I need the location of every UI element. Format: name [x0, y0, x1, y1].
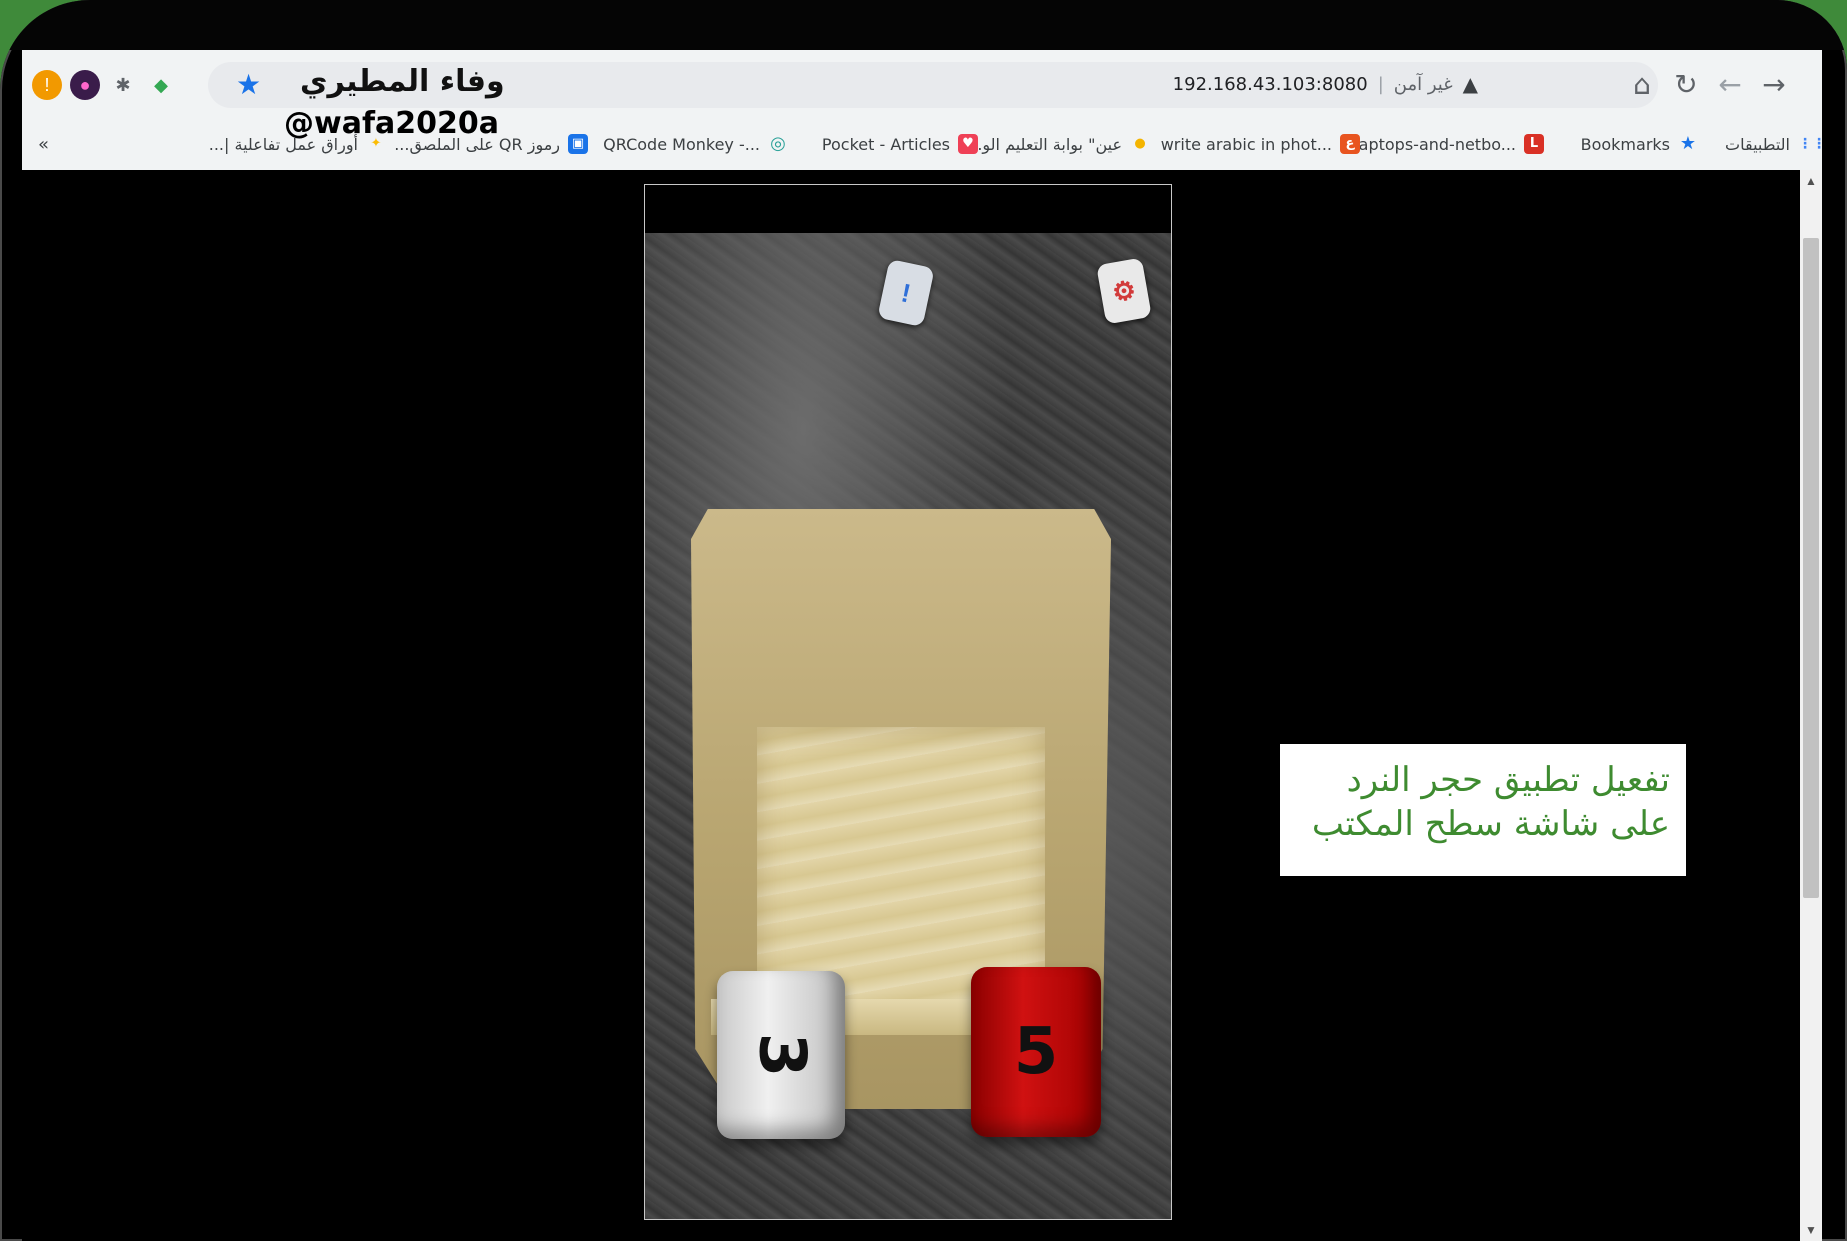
apps-grid-icon: ⋮⋮ [1798, 136, 1826, 152]
bookmark-ein[interactable]: ● عين" بوابة التعليم الو... [967, 134, 1150, 154]
security-label[interactable]: غير آمن [1394, 74, 1453, 95]
info-button[interactable]: ! [877, 258, 935, 328]
bookmark-label: Laptops-and-netbo... [1349, 134, 1516, 154]
browser-chrome: ! ● ✱ ◆ ★ وفاء المطيري 192.168.43.103:80… [22, 50, 1826, 170]
forward-icon[interactable]: ← [1712, 66, 1748, 102]
monkey-icon: ◎ [770, 133, 786, 154]
home-icon[interactable]: ⌂ [1624, 66, 1660, 102]
url-separator: | [1377, 73, 1384, 95]
frame-bezel [0, 0, 1847, 50]
star-icon: ★ [1679, 133, 1697, 154]
extensions-puzzle-icon[interactable]: ✱ [108, 70, 138, 100]
die-red[interactable]: 5 [971, 967, 1101, 1137]
game-board[interactable]: ! ⚙ 3 5 [645, 233, 1171, 1219]
profile-name-overlay: وفاء المطيري [300, 64, 505, 99]
reload-icon[interactable]: ↻ [1668, 66, 1704, 102]
bookmark-label: Bookmarks [1580, 134, 1670, 154]
qr-icon: ▣ [568, 134, 588, 154]
device-frame: ! ● ✱ ◆ ★ وفاء المطيري 192.168.43.103:80… [0, 0, 1847, 1241]
bookmark-label: عين" بوابة التعليم الو... [967, 134, 1122, 154]
die-value: 5 [1013, 1015, 1059, 1089]
bookmark-bookmarks[interactable]: Bookmarks ★ [1581, 134, 1698, 154]
bookmark-pocket[interactable]: Pocket - Articles ♥ [822, 134, 978, 154]
back-icon[interactable]: → [1756, 66, 1792, 102]
pocket-icon: ♥ [958, 134, 978, 154]
l-favicon: L [1524, 134, 1544, 154]
bookmark-apps[interactable]: التطبيقات ⋮⋮ [1725, 134, 1826, 154]
settings-button[interactable]: ⚙ [1096, 257, 1152, 325]
e-favicon: ع [1340, 134, 1360, 154]
extension-globe-icon[interactable]: ◆ [146, 70, 176, 100]
caption-line-1: تفعيل تطبيق حجر النرد [1346, 760, 1670, 800]
caption-line-2: على شاشة سطح المكتب [1311, 804, 1670, 845]
profile-handle-overlay: @wafa2020a [284, 106, 499, 141]
bookmark-label: التطبيقات [1725, 134, 1790, 154]
url-text: 192.168.43.103:8080 [1172, 73, 1368, 95]
die-value: 3 [744, 1032, 818, 1078]
caption-box: تفعيل تطبيق حجر النرد على شاشة سطح المكت… [1280, 744, 1686, 876]
profile-avatar[interactable]: ● [70, 70, 100, 100]
dice-app-viewport: ! ⚙ 3 5 [644, 184, 1172, 1220]
die-white[interactable]: 3 [717, 971, 845, 1139]
bookmark-star-icon[interactable]: ★ [236, 68, 261, 101]
bookmark-qrcode-monkey[interactable]: QRCode Monkey -... ◎ [603, 134, 788, 154]
bookmark-write-arabic[interactable]: write arabic in phot... ع [1161, 134, 1360, 154]
bookmarks-overflow-button[interactable]: « [38, 134, 49, 155]
warning-triangle-icon[interactable]: ▲ [1463, 72, 1478, 96]
vertical-scrollbar[interactable]: ▲ ▼ [1800, 170, 1822, 1241]
scroll-up-arrow-icon[interactable]: ▲ [1800, 170, 1822, 192]
page-content: ! ⚙ 3 5 تفعيل تطبيق حجر النرد على شاشة س… [22, 170, 1822, 1241]
bookmark-label: QRCode Monkey -... [603, 134, 760, 154]
bookmark-label: Pocket - Articles [821, 134, 950, 154]
bookmark-label: write arabic in phot... [1160, 134, 1332, 154]
bookmark-laptops[interactable]: Laptops-and-netbo... L [1350, 134, 1544, 154]
ein-favicon: ● [1134, 136, 1146, 151]
extension-warning-icon[interactable]: ! [32, 70, 62, 100]
scroll-down-arrow-icon[interactable]: ▼ [1800, 1219, 1822, 1241]
url-display[interactable]: 192.168.43.103:8080 | غير آمن ▲ [1173, 72, 1478, 96]
scroll-thumb[interactable] [1803, 238, 1819, 898]
